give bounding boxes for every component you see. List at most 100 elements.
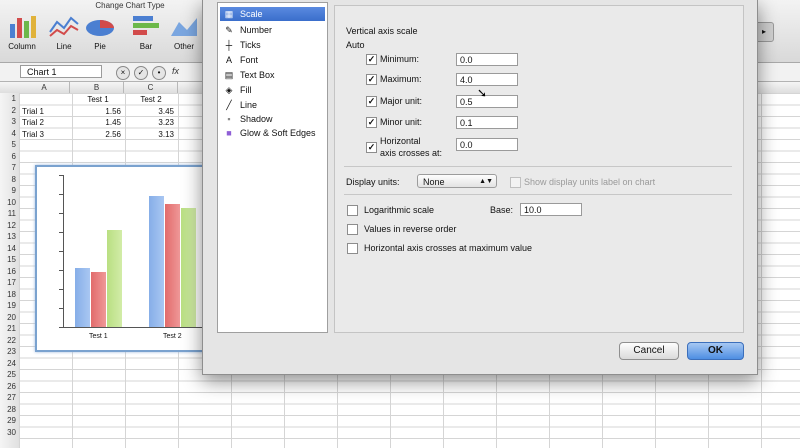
line-icon: ╱: [226, 100, 232, 110]
category-item-fill[interactable]: ◈ Fill: [220, 83, 325, 97]
max-cross-label: Horizontal axis crosses at maximum value: [364, 243, 533, 253]
category-item-line[interactable]: ╱ Line: [220, 98, 325, 112]
row-header[interactable]: 10: [0, 197, 16, 209]
display-units-value: None: [423, 177, 445, 187]
row-header[interactable]: 3: [0, 116, 16, 128]
line-chart-button[interactable]: Line: [44, 12, 84, 60]
row-header[interactable]: 19: [0, 300, 16, 312]
minimum-auto-checkbox[interactable]: ✓: [366, 54, 377, 65]
show-units-label-text: Show display units label on chart: [524, 177, 656, 187]
category-item-number[interactable]: ✎ Number: [220, 23, 325, 37]
row-header[interactable]: 8: [0, 174, 16, 186]
minimum-label: Minimum:: [380, 54, 420, 64]
row-header[interactable]: 9: [0, 185, 16, 197]
cell-c1[interactable]: Test 2: [128, 94, 174, 105]
row-header[interactable]: 29: [0, 415, 16, 427]
chart-y-tick: [59, 270, 64, 271]
maximum-auto-checkbox[interactable]: ✓: [366, 74, 377, 85]
row-header[interactable]: 1: [0, 93, 16, 105]
row-header[interactable]: 11: [0, 208, 16, 220]
bar-chart-button[interactable]: Bar: [126, 12, 166, 60]
minor-unit-auto-checkbox[interactable]: ✓: [366, 117, 377, 128]
category-item-scale[interactable]: ▦ Scale: [220, 7, 325, 21]
cell-c3[interactable]: 3.23: [128, 117, 174, 128]
max-cross-checkbox[interactable]: [347, 243, 358, 254]
show-units-label-checkbox[interactable]: [510, 177, 521, 188]
row-header[interactable]: 20: [0, 312, 16, 324]
row-header[interactable]: 7: [0, 162, 16, 174]
row-header[interactable]: 21: [0, 323, 16, 335]
minor-unit-field[interactable]: 0.1: [456, 116, 518, 129]
cell-a2[interactable]: Trial 1: [22, 106, 68, 117]
chart-bar[interactable]: [165, 204, 180, 327]
ribbon-group-label: Change Chart Type: [95, 1, 165, 10]
cell-c2[interactable]: 3.45: [128, 106, 174, 117]
category-item-label: Font: [240, 55, 259, 65]
row-header[interactable]: 13: [0, 231, 16, 243]
row-header[interactable]: 5: [0, 139, 16, 151]
chart-bar[interactable]: [181, 208, 196, 327]
other-chart-button[interactable]: Other: [166, 12, 202, 60]
column-header-c[interactable]: C: [124, 82, 178, 93]
chart-bar[interactable]: [91, 271, 106, 327]
column-header-b[interactable]: B: [70, 82, 124, 93]
row-header[interactable]: 12: [0, 220, 16, 232]
category-item-label: Number: [240, 25, 273, 35]
row-header[interactable]: 28: [0, 404, 16, 416]
row-header[interactable]: 2: [0, 105, 16, 117]
cell-a3[interactable]: Trial 2: [22, 117, 68, 128]
function-wizard-icon[interactable]: •: [152, 66, 166, 80]
cell-b3[interactable]: 1.45: [75, 117, 121, 128]
cell-b1[interactable]: Test 1: [75, 94, 121, 105]
column-header-a[interactable]: A: [19, 82, 70, 93]
row-header[interactable]: 27: [0, 392, 16, 404]
name-box[interactable]: Chart 1: [20, 65, 102, 78]
row-header[interactable]: 14: [0, 243, 16, 255]
category-item-text-box[interactable]: ▤ Text Box: [220, 68, 325, 82]
cancel-button[interactable]: Cancel: [619, 342, 679, 360]
row-header[interactable]: 24: [0, 358, 16, 370]
row-header[interactable]: 22: [0, 335, 16, 347]
pie-chart-button[interactable]: Pie: [80, 12, 120, 60]
base-field[interactable]: 10.0: [520, 203, 582, 216]
column-chart-button[interactable]: Column: [2, 12, 42, 60]
cancel-entry-icon[interactable]: ×: [116, 66, 130, 80]
ok-button[interactable]: OK: [687, 342, 744, 360]
maximum-field[interactable]: 4.0: [456, 73, 518, 86]
chart-y-tick: [59, 232, 64, 233]
embedded-chart[interactable]: Test 1 Test 2: [35, 165, 209, 352]
row-header[interactable]: 17: [0, 277, 16, 289]
reverse-order-checkbox[interactable]: [347, 224, 358, 235]
cell-b4[interactable]: 2.56: [75, 129, 121, 140]
axis-crosses-label: axis crosses at:: [380, 148, 443, 158]
chart-y-tick: [59, 194, 64, 195]
log-scale-checkbox[interactable]: [347, 205, 358, 216]
category-item-label: Text Box: [240, 70, 275, 80]
row-header[interactable]: 4: [0, 128, 16, 140]
row-header[interactable]: 18: [0, 289, 16, 301]
display-units-select[interactable]: None ▲▼: [417, 174, 497, 188]
minimum-field[interactable]: 0.0: [456, 53, 518, 66]
category-item-shadow[interactable]: ▪ Shadow: [220, 112, 325, 126]
major-unit-auto-checkbox[interactable]: ✓: [366, 96, 377, 107]
chart-bar[interactable]: [149, 195, 164, 327]
confirm-entry-icon[interactable]: ✓: [134, 66, 148, 80]
row-header[interactable]: 16: [0, 266, 16, 278]
chart-bar[interactable]: [75, 267, 90, 327]
category-item-glow[interactable]: ■ Glow & Soft Edges: [220, 126, 325, 140]
other-chart-label: Other: [173, 42, 194, 51]
row-header[interactable]: 23: [0, 346, 16, 358]
row-header[interactable]: 25: [0, 369, 16, 381]
cell-b2[interactable]: 1.56: [75, 106, 121, 117]
category-item-font[interactable]: A Font: [220, 53, 325, 67]
cell-a4[interactable]: Trial 3: [22, 129, 68, 140]
axis-crosses-auto-checkbox[interactable]: ✓: [366, 142, 377, 153]
row-header[interactable]: 15: [0, 254, 16, 266]
row-header[interactable]: 26: [0, 381, 16, 393]
axis-crosses-field[interactable]: 0.0: [456, 138, 518, 151]
row-header[interactable]: 30: [0, 427, 16, 439]
chart-bar[interactable]: [107, 229, 122, 327]
category-item-ticks[interactable]: ┼ Ticks: [220, 38, 325, 52]
row-header[interactable]: 6: [0, 151, 16, 163]
cell-c4[interactable]: 3.13: [128, 129, 174, 140]
